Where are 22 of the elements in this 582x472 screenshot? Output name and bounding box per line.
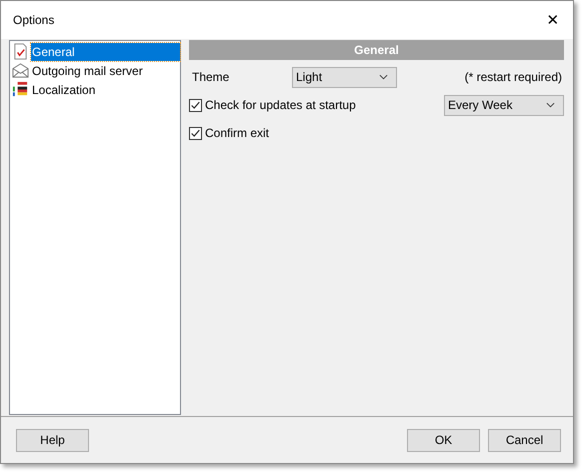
chevron-icon	[546, 102, 555, 108]
flags-icon	[12, 81, 29, 98]
theme-dropdown[interactable]: Light	[292, 66, 397, 88]
section-header: General	[189, 40, 564, 60]
chevron-icon	[379, 74, 388, 80]
restart-note: (* restart required)	[464, 70, 563, 84]
envelope-icon	[12, 62, 29, 79]
help-button[interactable]: Help	[16, 428, 89, 452]
category-item[interactable]: General	[31, 42, 180, 60]
category-item[interactable]: Outgoing mail server	[31, 62, 144, 80]
confirm-exit-label: Confirm exit	[205, 126, 270, 140]
close-button[interactable]: ✕	[533, 5, 573, 35]
cancel-button[interactable]: Cancel	[488, 428, 561, 452]
check-updates-label: Check for updates at startup	[205, 98, 356, 112]
checkbox[interactable]	[189, 126, 202, 140]
ok-button[interactable]: OK	[407, 428, 480, 452]
category-item[interactable]: Localization	[31, 80, 96, 98]
checkbox[interactable]	[189, 98, 202, 112]
window-title: Options	[13, 13, 56, 27]
frequency-dropdown[interactable]: Every Week	[444, 94, 564, 116]
checklist-icon	[12, 43, 29, 60]
theme-label: Theme	[191, 70, 230, 84]
